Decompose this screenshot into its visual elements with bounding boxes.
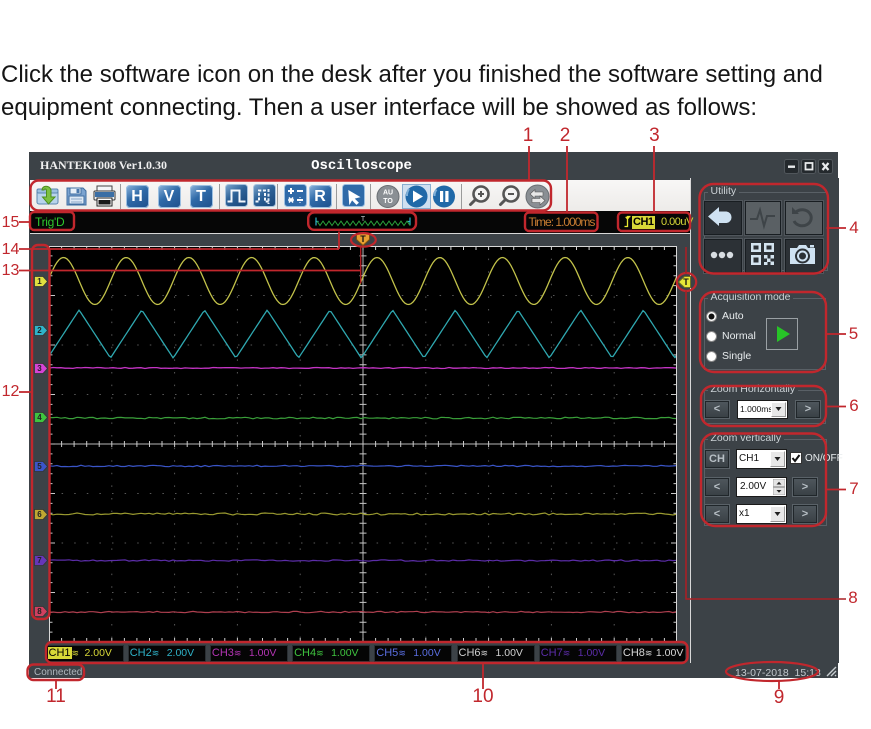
svg-text:2: 2: [37, 326, 42, 335]
svg-text:6: 6: [37, 510, 42, 519]
svg-text:8: 8: [37, 607, 42, 616]
svg-text:7: 7: [37, 556, 42, 565]
svg-text:1: 1: [37, 277, 42, 286]
svg-text:TO: TO: [383, 198, 393, 205]
svg-text:5: 5: [37, 462, 42, 471]
svg-text:4: 4: [37, 413, 42, 422]
svg-text:T: T: [683, 277, 689, 287]
svg-text:T: T: [360, 234, 366, 244]
svg-text:AU: AU: [383, 190, 393, 197]
svg-text:3: 3: [37, 364, 42, 373]
